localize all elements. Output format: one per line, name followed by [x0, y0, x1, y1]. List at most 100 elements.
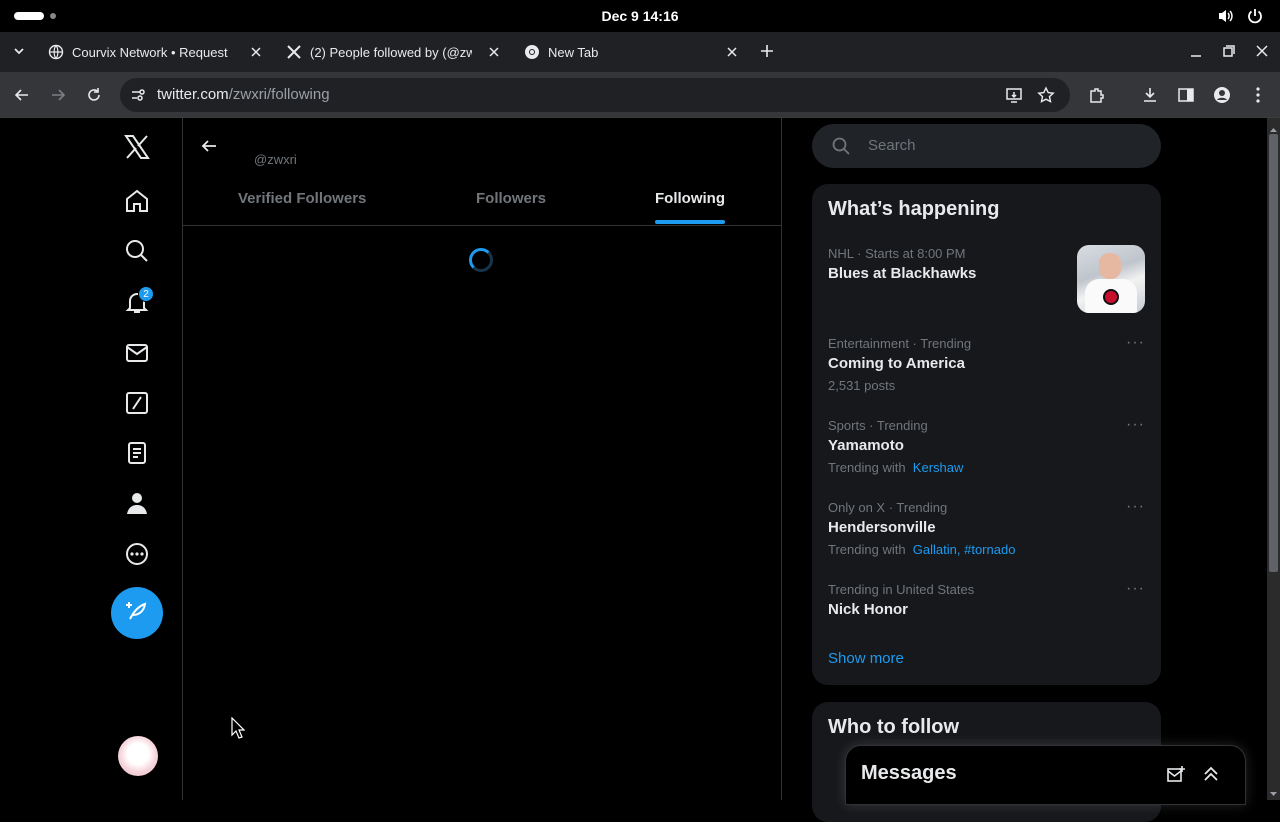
browser-tab-courvix[interactable]: Courvix Network • Request: [48, 36, 264, 68]
reload-icon[interactable]: [84, 85, 104, 105]
scrollbar-thumb[interactable]: [1269, 134, 1278, 572]
tab-title: New Tab: [548, 44, 599, 60]
browser-tab-strip: Courvix Network • Request (2) People fol…: [0, 32, 1280, 72]
show-more-link[interactable]: Show more: [828, 650, 904, 667]
account-avatar[interactable]: [118, 736, 158, 776]
trend-related-link[interactable]: Kershaw: [913, 460, 964, 475]
trend-name: Coming to America: [828, 355, 965, 372]
power-icon[interactable]: [1246, 7, 1264, 30]
browser-tab-new[interactable]: New Tab: [524, 36, 740, 68]
trend-name: Yamamoto: [828, 437, 904, 454]
browser-toolbar: twitter.com/zwxri/following: [0, 72, 1280, 118]
panel-title: Who to follow: [828, 716, 960, 738]
search-placeholder: Search: [868, 137, 916, 154]
messages-title: Messages: [861, 762, 957, 784]
more-options-icon[interactable]: ···: [1126, 498, 1145, 516]
trend-item[interactable]: Entertainment · Trending Coming to Ameri…: [828, 336, 1148, 393]
trend-thumbnail[interactable]: [1077, 245, 1145, 313]
tab-title: (2) People followed by (@zw: [310, 44, 472, 60]
profile-icon[interactable]: [1212, 85, 1232, 105]
x-logo-icon: [286, 44, 302, 60]
search-input[interactable]: Search: [812, 124, 1161, 168]
twitter-page: 2 @zwxri Verified Followers Followers Fo…: [0, 118, 1280, 822]
new-tab-plus-icon[interactable]: [759, 43, 775, 64]
active-tab-indicator: [655, 220, 725, 224]
trend-item[interactable]: Trending in United States Nick Honor: [828, 582, 1148, 618]
following-column: @zwxri Verified Followers Followers Foll…: [183, 118, 782, 800]
tab-followers[interactable]: Followers: [476, 190, 546, 207]
trend-item[interactable]: Only on X · Trending Hendersonville Tren…: [828, 500, 1148, 557]
tab-following[interactable]: Following: [655, 190, 725, 207]
scroll-down-icon[interactable]: [1269, 786, 1278, 804]
trend-related-link[interactable]: Gallatin, #tornado: [913, 542, 1016, 557]
forward-arrow-icon[interactable]: [48, 85, 68, 105]
messages-envelope-icon[interactable]: [122, 338, 152, 368]
extensions-puzzle-icon[interactable]: [1087, 85, 1107, 105]
url-path: /zwxri/following: [228, 86, 330, 103]
search-icon: [832, 137, 850, 160]
more-options-icon[interactable]: ···: [1126, 334, 1145, 352]
trend-name: Hendersonville: [828, 519, 936, 536]
close-tab-icon[interactable]: [248, 44, 264, 60]
page-scrollbar[interactable]: [1267, 118, 1280, 800]
close-tab-icon[interactable]: [486, 44, 502, 60]
grok-icon[interactable]: [122, 388, 152, 418]
bookmark-star-icon[interactable]: [1037, 86, 1055, 109]
back-arrow-icon[interactable]: [12, 85, 32, 105]
loading-spinner: [469, 248, 493, 272]
tab-title: Courvix Network • Request: [72, 44, 228, 60]
home-icon[interactable]: [122, 186, 152, 216]
feather-plus-icon: [125, 599, 149, 628]
back-arrow-icon[interactable]: [199, 136, 219, 161]
trend-related-prefix: Trending with: [828, 460, 906, 475]
trend-meta: Sports · Trending: [828, 418, 928, 433]
trend-name: Nick Honor: [828, 601, 909, 618]
system-clock[interactable]: Dec 9 14:16: [0, 8, 1280, 24]
close-window-icon[interactable]: [1255, 44, 1269, 63]
profile-handle: @zwxri: [254, 152, 297, 167]
explore-search-icon[interactable]: [122, 236, 152, 266]
volume-icon[interactable]: [1217, 7, 1235, 30]
profile-tabs: Verified Followers Followers Following: [183, 180, 782, 226]
url-text[interactable]: twitter.com/zwxri/following: [157, 86, 330, 103]
install-app-icon[interactable]: [1005, 86, 1023, 109]
whats-happening-panel: What’s happening NHL · Starts at 8:00 PM…: [812, 184, 1161, 685]
trend-related-prefix: Trending with: [828, 542, 906, 557]
globe-icon: [48, 44, 64, 60]
kebab-menu-icon[interactable]: [1248, 85, 1268, 105]
download-icon[interactable]: [1140, 85, 1160, 105]
close-tab-icon[interactable]: [724, 44, 740, 60]
lists-icon[interactable]: [122, 438, 152, 468]
browser-tab-x[interactable]: (2) People followed by (@zw: [286, 36, 502, 68]
trend-post-count: 2,531 posts: [828, 378, 896, 393]
url-domain: twitter.com: [157, 86, 229, 103]
player-face-shape: [1099, 253, 1121, 279]
tab-search-chevron-icon[interactable]: [12, 44, 26, 63]
tab-verified-followers[interactable]: Verified Followers: [238, 190, 366, 207]
minimize-icon[interactable]: [1189, 44, 1203, 63]
trend-meta: Entertainment · Trending: [828, 336, 972, 351]
system-top-bar: Dec 9 14:16: [0, 0, 1280, 32]
profile-person-icon[interactable]: [122, 488, 152, 518]
new-message-icon[interactable]: [1166, 765, 1186, 790]
site-settings-icon[interactable]: [130, 87, 146, 108]
trend-meta: Only on X · Trending: [828, 500, 948, 515]
mouse-cursor-icon: [231, 716, 246, 744]
trend-item[interactable]: Sports · Trending Yamamoto Trending with…: [828, 418, 1148, 475]
trend-meta: Trending in United States: [828, 582, 975, 597]
trend-related: Trending with Kershaw: [828, 460, 1148, 475]
more-circle-icon[interactable]: [122, 539, 152, 569]
more-options-icon[interactable]: ···: [1126, 416, 1145, 434]
left-nav: 2: [0, 118, 183, 800]
expand-chevrons-icon[interactable]: [1201, 764, 1221, 789]
side-panel-icon[interactable]: [1176, 85, 1196, 105]
messages-drawer[interactable]: Messages: [845, 745, 1246, 805]
compose-post-button[interactable]: [111, 587, 163, 639]
trend-related: Trending with Gallatin, #tornado: [828, 542, 1148, 557]
address-bar[interactable]: twitter.com/zwxri/following: [120, 78, 1070, 112]
chrome-icon: [524, 44, 540, 60]
x-logo-icon[interactable]: [122, 132, 152, 162]
more-options-icon[interactable]: ···: [1126, 580, 1145, 598]
restore-icon[interactable]: [1222, 44, 1236, 63]
team-logo-shape: [1103, 289, 1119, 305]
